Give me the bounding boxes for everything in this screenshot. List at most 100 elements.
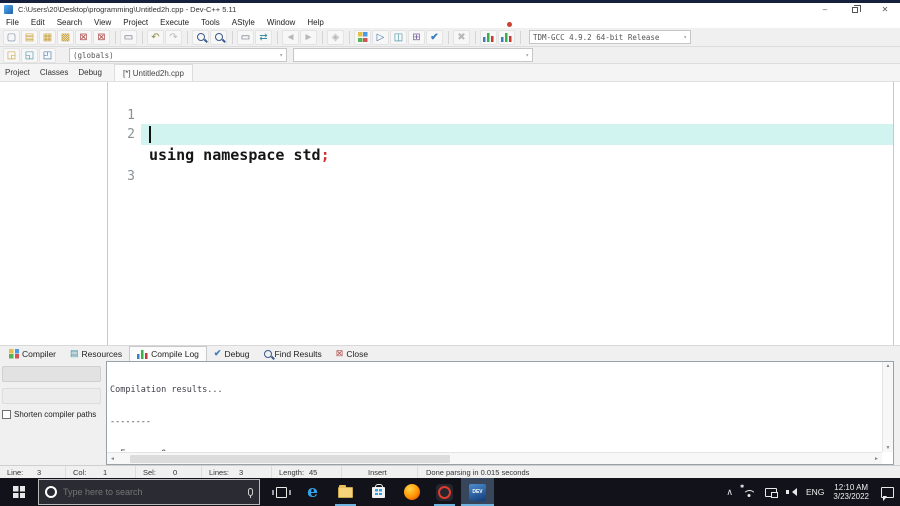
scroll-right-icon[interactable]: ► <box>871 456 882 462</box>
debug-shield-button[interactable]: ◈ <box>327 29 344 45</box>
goto-function-button[interactable]: ▭ <box>237 29 254 45</box>
status-col: Col: 1 <box>66 466 136 478</box>
compiler-profile-select[interactable]: TDM-GCC 4.9.2 64-bit Release ▾ <box>529 30 691 44</box>
new-file-button[interactable]: ▢ <box>3 29 20 45</box>
delete-profiling-button[interactable] <box>498 22 515 45</box>
secondary-toolbar: ◲ ◱ ◰ (globals) ▾ ▾ <box>0 47 900 64</box>
open-file-button[interactable]: ▤ <box>21 29 38 45</box>
taskbar-store[interactable] <box>362 478 395 506</box>
menu-search[interactable]: Search <box>51 18 88 27</box>
tab-close[interactable]: ⊠ Close <box>329 346 375 361</box>
insert-icon: ◲ <box>6 49 17 61</box>
save-all-button[interactable]: ▩ <box>57 29 74 45</box>
close-all-button[interactable]: ⊠ <box>93 29 110 45</box>
wifi-icon[interactable]: ✱ <box>740 484 756 497</box>
scroll-up-icon[interactable]: ▲ <box>886 363 891 369</box>
network-icon[interactable] <box>764 487 778 498</box>
find-results-tab-icon <box>263 349 272 358</box>
print-button[interactable]: ▭ <box>120 29 137 45</box>
tab-debug-bottom[interactable]: ✔ Debug <box>207 346 257 361</box>
back-button[interactable]: ◄ <box>282 29 299 45</box>
syntax-check-button[interactable]: ✔ <box>426 29 443 45</box>
toolbar-separator <box>277 30 278 44</box>
undo-button[interactable]: ↶ <box>147 29 164 45</box>
menu-file[interactable]: File <box>0 18 25 27</box>
menu-view[interactable]: View <box>88 18 117 27</box>
swap-header-source-button[interactable]: ⇄ <box>255 29 272 45</box>
restore-button[interactable] <box>840 3 870 16</box>
taskbar-search[interactable] <box>38 479 260 505</box>
shorten-compiler-paths-label: Shorten compiler paths <box>14 410 97 419</box>
save-all-icon: ▩ <box>60 31 71 43</box>
close-file-button[interactable]: ⊠ <box>75 29 92 45</box>
taskbar-file-explorer[interactable] <box>329 478 362 506</box>
tab-debug[interactable]: Debug <box>73 66 107 79</box>
compile-log-output[interactable]: Compilation results... -------- - Errors… <box>106 361 894 465</box>
menu-astyle[interactable]: AStyle <box>226 18 261 27</box>
minimize-button[interactable]: – <box>810 3 840 16</box>
notification-center-icon[interactable] <box>881 486 894 501</box>
menu-edit[interactable]: Edit <box>25 18 51 27</box>
tab-compile-log[interactable]: Compile Log <box>129 346 207 361</box>
code-line-2: 2 using namespace std; <box>109 103 893 164</box>
menu-project[interactable]: Project <box>117 18 154 27</box>
code-line-1: 1 #include <iostream> <box>109 84 893 145</box>
toolbar-separator <box>187 30 188 44</box>
profile-button[interactable] <box>480 29 497 45</box>
replace-button[interactable] <box>210 29 227 45</box>
close-button[interactable]: ✕ <box>870 3 900 16</box>
forward-button[interactable]: ► <box>300 29 317 45</box>
volume-icon[interactable] <box>785 487 797 497</box>
menu-tools[interactable]: Tools <box>195 18 226 27</box>
tab-classes[interactable]: Classes <box>35 66 73 79</box>
compile-button[interactable] <box>354 29 371 45</box>
tab-compiler[interactable]: Compiler <box>2 346 63 361</box>
tray-chevron-up-icon[interactable]: ∧ <box>726 487 733 498</box>
menu-window[interactable]: Window <box>261 18 301 27</box>
redo-button[interactable]: ↷ <box>165 29 182 45</box>
undo-icon: ↶ <box>151 31 160 43</box>
microphone-icon[interactable] <box>248 488 253 498</box>
abort-compilation-button[interactable]: ✖ <box>453 29 470 45</box>
scroll-left-icon[interactable]: ◄ <box>107 456 118 462</box>
toggle-bookmark-button[interactable]: ◱ <box>21 47 38 63</box>
shorten-compiler-paths-checkbox[interactable] <box>2 410 11 419</box>
toggle-bookmark-icon: ◱ <box>24 49 35 61</box>
members-select[interactable]: ▾ <box>293 48 533 62</box>
tab-find-results[interactable]: Find Results <box>257 346 329 361</box>
insert-button[interactable]: ◲ <box>3 47 20 63</box>
taskbar-devcpp[interactable]: DEV <box>461 478 494 506</box>
find-button[interactable] <box>192 29 209 45</box>
run-button[interactable]: ▷ <box>372 29 389 45</box>
start-button[interactable] <box>0 478 38 506</box>
compile-run-button[interactable]: ◫ <box>390 29 407 45</box>
scroll-down-icon[interactable]: ▼ <box>886 445 891 451</box>
task-view-button[interactable] <box>266 486 296 498</box>
horizontal-scroll-thumb[interactable] <box>130 454 450 463</box>
status-message: Done parsing in 0.015 seconds <box>426 467 530 477</box>
taskbar-firefox[interactable] <box>395 478 428 506</box>
horizontal-scrollbar[interactable]: ◄ ► <box>107 452 882 464</box>
menu-execute[interactable]: Execute <box>154 18 195 27</box>
code-line-3: 3 <box>109 124 893 184</box>
windows-logo-icon <box>13 486 25 498</box>
clock[interactable]: 12:10 AM 3/23/2022 <box>833 483 869 502</box>
code-editor[interactable]: 1 #include <iostream> 2 using namespace … <box>109 82 894 345</box>
rebuild-all-button[interactable]: ⊞ <box>408 29 425 45</box>
search-input[interactable] <box>63 487 203 497</box>
toolbar-separator <box>142 30 143 44</box>
taskbar-recorder[interactable] <box>428 478 461 506</box>
taskbar-edge[interactable]: e <box>296 478 329 506</box>
project-panel[interactable] <box>0 82 108 345</box>
globals-select[interactable]: (globals) ▾ <box>69 48 287 62</box>
status-bar: Line: 3 Col: 1 Sel: 0 Lines: 3 Length: 45 Ins… <box>0 465 900 478</box>
menu-help[interactable]: Help <box>301 18 329 27</box>
edge-icon: e <box>307 482 318 502</box>
vertical-scrollbar[interactable]: ▲ ▼ <box>882 362 893 452</box>
tab-project[interactable]: Project <box>0 66 35 79</box>
editor-file-tab[interactable]: [*] Untitled2h.cpp <box>114 64 193 81</box>
save-button[interactable]: ▦ <box>39 29 56 45</box>
language-indicator[interactable]: ENG <box>806 487 824 497</box>
goto-bookmark-button[interactable]: ◰ <box>39 47 56 63</box>
tab-resources[interactable]: ▤ Resources <box>63 346 129 361</box>
